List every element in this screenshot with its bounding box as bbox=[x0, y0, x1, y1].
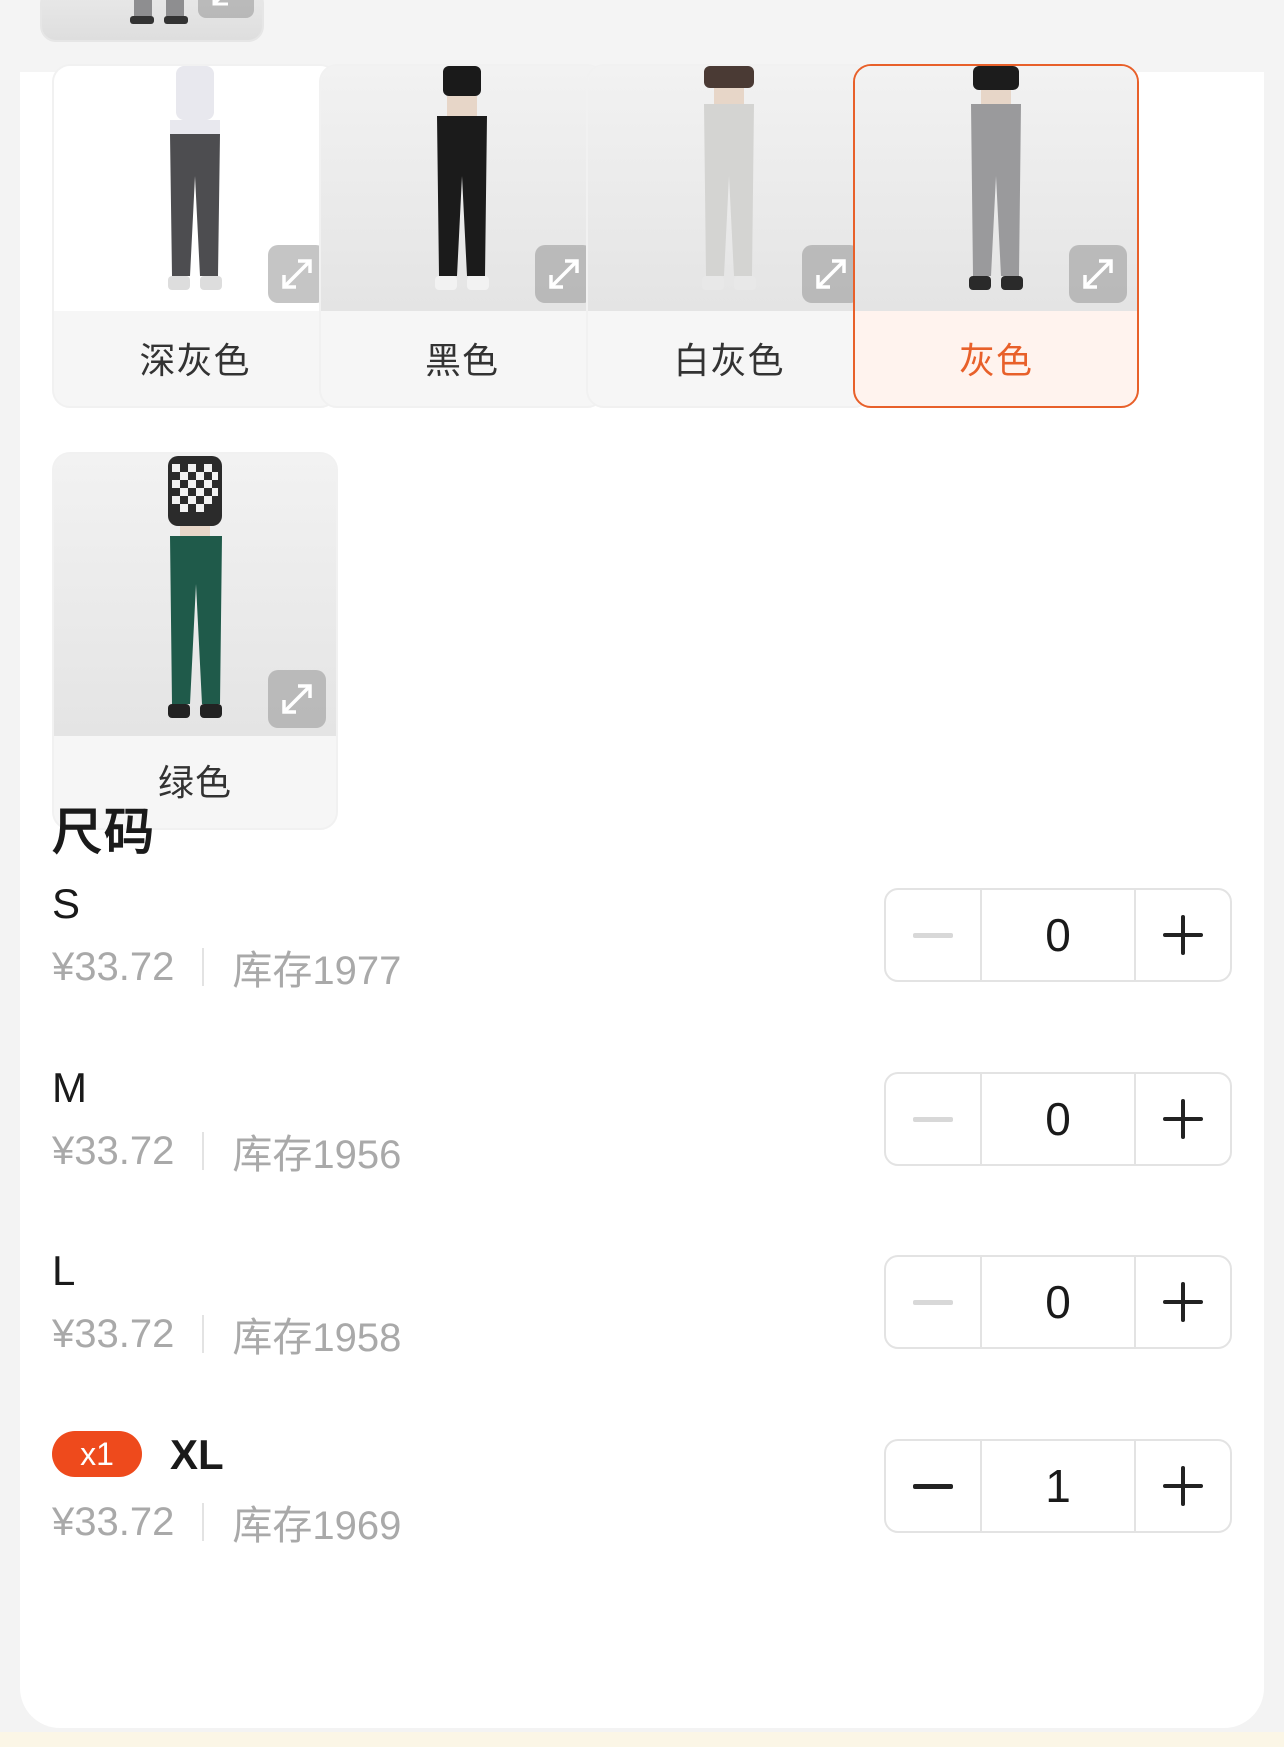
quantity-stepper: 0 bbox=[884, 1255, 1232, 1349]
color-label: 深灰色 bbox=[139, 340, 251, 381]
quantity-stepper: 0 bbox=[884, 888, 1232, 982]
color-swatch-light-gray[interactable]: 白灰色 bbox=[586, 64, 872, 408]
model-figure-icon bbox=[702, 66, 756, 290]
size-stock: 库存1958 bbox=[232, 1316, 402, 1360]
expand-image-button[interactable] bbox=[268, 670, 326, 728]
size-price: ¥33.72 bbox=[52, 1311, 175, 1356]
expand-image-button[interactable] bbox=[535, 245, 593, 303]
bottom-edge-bar bbox=[0, 1732, 1284, 1747]
meta-divider bbox=[202, 1503, 205, 1541]
sku-selection-page: 深灰色 黑色 白灰色 灰色 绿色 尺码 S ¥33.72 库存1977 0 M … bbox=[0, 0, 1284, 1747]
size-price: ¥33.72 bbox=[52, 1499, 175, 1544]
size-meta: ¥33.72 库存1977 bbox=[52, 942, 401, 994]
decrement-button[interactable] bbox=[886, 1257, 980, 1347]
color-label: 白灰色 bbox=[673, 340, 785, 381]
color-swatch-green[interactable]: 绿色 bbox=[52, 452, 338, 830]
quantity-input[interactable]: 1 bbox=[980, 1441, 1136, 1531]
size-row-xl: x1 XL ¥33.72 库存1969 1 bbox=[52, 1431, 1252, 1591]
plus-icon bbox=[1163, 1099, 1203, 1139]
product-photo bbox=[54, 454, 336, 736]
expand-icon bbox=[282, 684, 312, 714]
sku-card: 深灰色 黑色 白灰色 灰色 绿色 尺码 S ¥33.72 库存1977 0 M … bbox=[20, 64, 1264, 1728]
quantity-input[interactable]: 0 bbox=[980, 890, 1136, 980]
minus-icon bbox=[913, 1116, 953, 1122]
meta-divider bbox=[202, 948, 205, 986]
product-photo bbox=[588, 66, 870, 311]
size-name: XL bbox=[170, 1431, 224, 1478]
plus-icon bbox=[1163, 915, 1203, 955]
plus-icon bbox=[1163, 1282, 1203, 1322]
size-stock: 库存1969 bbox=[232, 1504, 402, 1548]
size-row-s: S ¥33.72 库存1977 0 bbox=[52, 880, 1252, 1040]
expand-image-button[interactable] bbox=[1069, 245, 1127, 303]
quantity-stepper: 0 bbox=[884, 1072, 1232, 1166]
expand-image-button[interactable] bbox=[802, 245, 860, 303]
model-figure-icon bbox=[435, 66, 489, 290]
product-photo bbox=[54, 66, 336, 311]
color-label: 黑色 bbox=[424, 340, 499, 381]
color-swatch-dark-gray[interactable]: 深灰色 bbox=[52, 64, 338, 408]
model-figure-icon bbox=[168, 456, 222, 718]
selected-quantity-badge: x1 bbox=[52, 1431, 142, 1477]
size-section-title: 尺码 bbox=[52, 804, 156, 860]
expand-icon bbox=[816, 259, 846, 289]
size-name: S bbox=[52, 880, 81, 927]
expand-icon bbox=[1083, 259, 1113, 289]
color-label: 灰色 bbox=[958, 340, 1033, 381]
meta-divider bbox=[202, 1315, 205, 1353]
meta-divider bbox=[202, 1132, 205, 1170]
pants-thumbnail-icon bbox=[130, 0, 188, 24]
size-meta: ¥33.72 库存1969 bbox=[52, 1497, 401, 1549]
plus-icon bbox=[1163, 1466, 1203, 1506]
size-price: ¥33.72 bbox=[52, 1128, 175, 1173]
color-swatch-gray-selected[interactable]: 灰色 bbox=[853, 64, 1139, 408]
size-name: L bbox=[52, 1247, 76, 1294]
minus-icon bbox=[913, 1483, 953, 1489]
size-name: M bbox=[52, 1064, 87, 1111]
model-figure-icon bbox=[168, 66, 222, 290]
size-row-m: M ¥33.72 库存1956 0 bbox=[52, 1064, 1252, 1224]
product-photo bbox=[855, 66, 1137, 311]
increment-button[interactable] bbox=[1136, 890, 1230, 980]
color-swatch-black[interactable]: 黑色 bbox=[319, 64, 605, 408]
size-stock: 库存1956 bbox=[232, 1133, 402, 1177]
model-figure-icon bbox=[969, 66, 1023, 290]
increment-button[interactable] bbox=[1136, 1441, 1230, 1531]
expand-image-button[interactable] bbox=[268, 245, 326, 303]
increment-button[interactable] bbox=[1136, 1074, 1230, 1164]
product-photo bbox=[321, 66, 603, 311]
decrement-button[interactable] bbox=[886, 890, 980, 980]
decrement-button[interactable] bbox=[886, 1441, 980, 1531]
minus-icon bbox=[913, 932, 953, 938]
size-row-l: L ¥33.72 库存1958 0 bbox=[52, 1247, 1252, 1407]
quantity-stepper: 1 bbox=[884, 1439, 1232, 1533]
size-meta: ¥33.72 库存1956 bbox=[52, 1126, 401, 1178]
quantity-input[interactable]: 0 bbox=[980, 1074, 1136, 1164]
size-stock: 库存1977 bbox=[232, 949, 402, 993]
expand-icon bbox=[282, 259, 312, 289]
quantity-input[interactable]: 0 bbox=[980, 1257, 1136, 1347]
decrement-button[interactable] bbox=[886, 1074, 980, 1164]
size-meta: ¥33.72 库存1958 bbox=[52, 1309, 401, 1361]
increment-button[interactable] bbox=[1136, 1257, 1230, 1347]
expand-icon[interactable] bbox=[198, 0, 254, 18]
expand-icon bbox=[549, 259, 579, 289]
top-partial-swatch[interactable] bbox=[40, 0, 264, 42]
size-price: ¥33.72 bbox=[52, 944, 175, 989]
minus-icon bbox=[913, 1299, 953, 1305]
